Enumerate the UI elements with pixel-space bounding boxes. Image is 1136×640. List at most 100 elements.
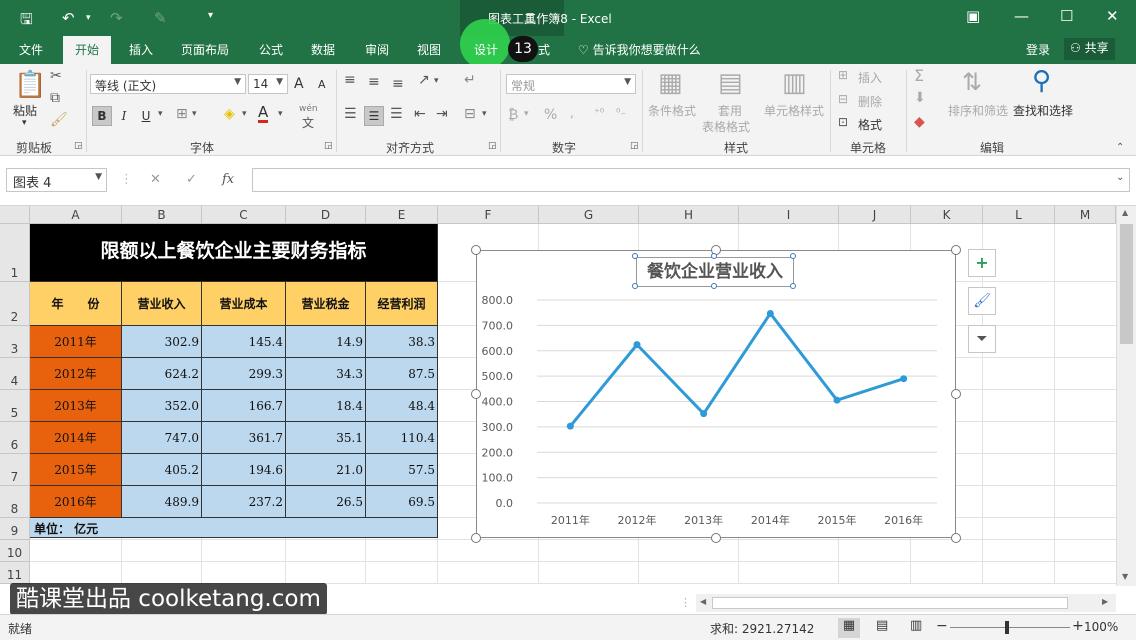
copy-icon[interactable]: ⧉ [50,90,60,106]
collapse-ribbon-icon[interactable]: ⌃ [1116,142,1124,153]
column-header[interactable]: I [739,206,839,224]
percent-button[interactable]: % [544,107,557,123]
tab-review[interactable]: 审阅 [365,41,389,58]
value-cell[interactable]: 69.5 [366,486,438,518]
font-color-dropdown-icon[interactable]: ▾ [278,109,283,119]
value-cell[interactable]: 14.9 [286,326,366,358]
chart-styles-button[interactable]: 🖌 [968,287,996,315]
conditional-format-icon[interactable]: ▦ [658,68,683,98]
table-header-cell[interactable]: 年 份 [30,282,122,326]
minimize-icon[interactable]: — [1014,7,1029,25]
cut-icon[interactable]: ✂ [50,68,62,84]
currency-dropdown-icon[interactable]: ▾ [524,109,529,119]
row-header[interactable]: 1 [0,224,30,282]
select-all-button[interactable] [0,206,30,224]
decrease-indent-icon[interactable]: ⇤ [414,106,426,122]
cancel-entry-icon[interactable]: ✕ [150,172,161,187]
increase-indent-icon[interactable]: ⇥ [436,106,448,122]
column-header[interactable]: A [30,206,122,224]
tab-page-layout[interactable]: 页面布局 [181,41,229,58]
page-layout-view-icon[interactable]: ▤ [876,618,888,633]
title-resize-handle[interactable] [711,283,717,289]
magnifier-icon[interactable]: ⚲ [1032,66,1051,96]
fill-down-icon[interactable]: ⬇ [914,90,926,106]
italic-button[interactable]: I [114,106,134,126]
zoom-slider-thumb[interactable] [1005,621,1009,634]
name-box[interactable]: 图表 4 ▼ [6,168,107,192]
table-header-cell[interactable]: 经营利润 [366,282,438,326]
table-header-cell[interactable]: 营业收入 [122,282,202,326]
table-header-cell[interactable]: 营业成本 [202,282,286,326]
column-header[interactable]: H [639,206,739,224]
value-cell[interactable]: 87.5 [366,358,438,390]
align-middle-icon[interactable]: ≡ [368,74,380,90]
year-cell[interactable]: 2014年 [30,422,122,454]
column-header[interactable]: G [539,206,639,224]
sort-filter-icon[interactable]: ⇅ [962,68,982,96]
normal-view-icon[interactable]: ▦ [838,618,860,638]
chart-filters-button[interactable]: ⏷ [968,325,996,353]
value-cell[interactable]: 194.6 [202,454,286,486]
value-cell[interactable]: 352.0 [122,390,202,422]
tab-file[interactable]: 文件 [19,41,43,58]
title-resize-handle[interactable] [790,283,796,289]
row-header[interactable]: 4 [0,358,30,390]
format-cells-icon[interactable]: ⊡ [838,115,848,129]
row-header[interactable]: 5 [0,390,30,422]
bold-button[interactable]: B [92,106,112,126]
vertical-scrollbar[interactable]: ▲ ▼ [1116,206,1136,586]
resize-handle[interactable] [951,533,961,543]
align-top-icon[interactable]: ≡ [344,72,356,88]
currency-icon[interactable]: ₿ [508,106,518,123]
resize-handle[interactable] [471,389,481,399]
value-cell[interactable]: 405.2 [122,454,202,486]
value-cell[interactable]: 302.9 [122,326,202,358]
column-header[interactable]: M [1055,206,1116,224]
year-cell[interactable]: 2012年 [30,358,122,390]
comma-style-icon[interactable]: , [570,106,574,120]
ribbon-display-icon[interactable]: ▣ [966,7,980,25]
tab-formulas[interactable]: 公式 [259,41,283,58]
value-cell[interactable]: 489.9 [122,486,202,518]
wrap-text-icon[interactable]: ↵ [464,72,476,88]
font-launcher-icon[interactable]: ◲ [324,141,333,151]
tab-insert[interactable]: 插入 [129,41,153,58]
decrease-decimal-icon[interactable]: ⁰₋ [616,106,626,119]
resize-handle[interactable] [471,533,481,543]
paste-button[interactable]: 粘贴 [13,102,37,119]
cell-styles-button[interactable]: 单元格样式 [764,102,824,119]
font-size-box[interactable]: 14 ▼ [248,74,288,94]
delete-cells-button[interactable]: 删除 [858,93,882,110]
column-header[interactable]: B [122,206,202,224]
font-color-button[interactable]: A [258,105,269,123]
format-as-table-line1[interactable]: 套用 [718,102,742,119]
title-resize-handle[interactable] [632,253,638,259]
phonetic-button[interactable]: wén [299,104,318,114]
line-chart[interactable]: 0.0 100.0 200.0 300.0 400.0 500.0 600.0 700.0 80… [476,250,956,538]
find-select-button[interactable]: 查找和选择 [1013,102,1073,119]
insert-function-icon[interactable]: fx [222,172,234,187]
resize-handle[interactable] [951,389,961,399]
row-header[interactable]: 9 [0,518,30,540]
close-icon[interactable]: ✕ [1106,7,1119,25]
row-header[interactable]: 11 [0,562,30,584]
underline-dropdown-icon[interactable]: ▾ [158,109,163,119]
clear-icon[interactable]: ◆ [914,114,925,130]
confirm-entry-icon[interactable]: ✓ [186,172,197,187]
row-header[interactable]: 2 [0,282,30,326]
page-break-view-icon[interactable]: ▥ [910,618,922,633]
format-cells-button[interactable]: 格式 [858,116,882,133]
sign-in-link[interactable]: 登录 [1026,41,1050,58]
align-center-button[interactable]: ☰ [364,106,384,126]
merge-center-icon[interactable]: ⊟ [464,106,476,122]
zoom-in-button[interactable]: + [1072,618,1084,634]
column-header[interactable]: J [839,206,911,224]
drag-handle-icon[interactable]: ⋮ [120,172,133,187]
value-cell[interactable]: 624.2 [122,358,202,390]
scroll-down-icon[interactable]: ▼ [1122,572,1128,581]
font-name-box[interactable]: 等线 (正文) ▼ [90,74,246,94]
value-cell[interactable]: 361.7 [202,422,286,454]
unit-cell[interactable]: 单位： 亿元 [30,518,438,538]
value-cell[interactable]: 34.3 [286,358,366,390]
clipboard-launcher-icon[interactable]: ◲ [74,141,83,151]
